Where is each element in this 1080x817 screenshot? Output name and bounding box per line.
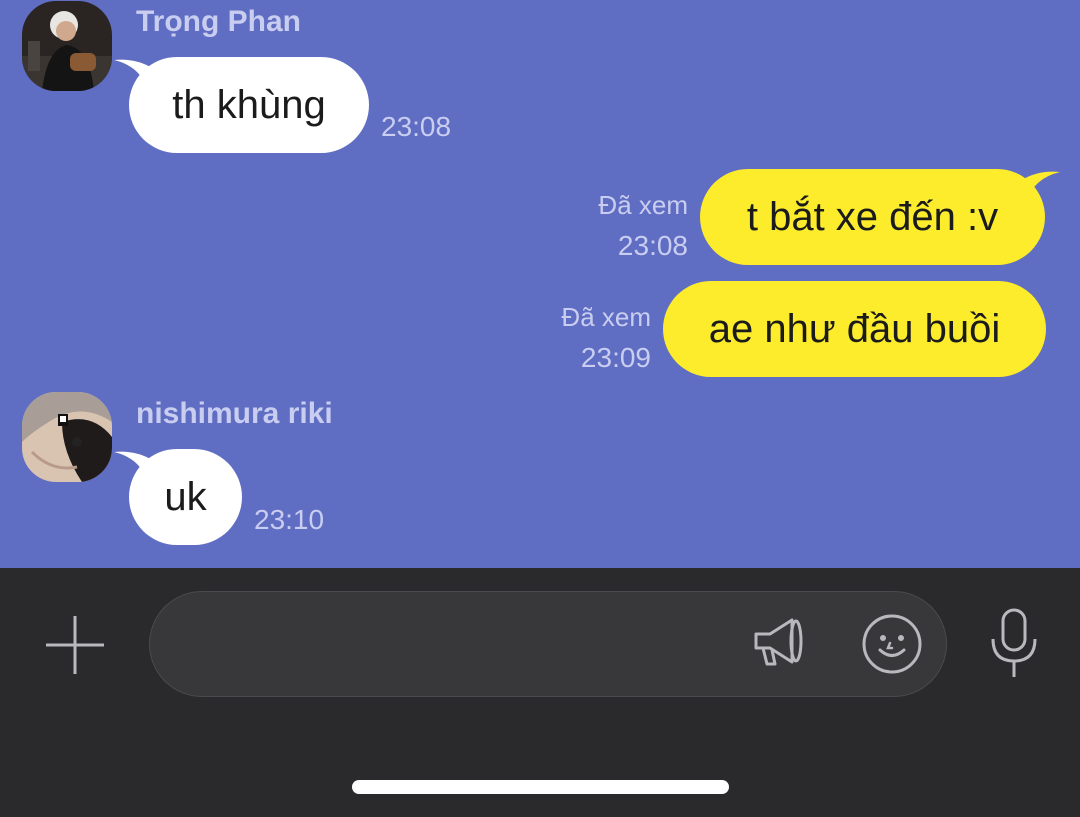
read-status: Đã xem — [598, 190, 688, 220]
avatar-photo — [22, 392, 112, 482]
megaphone-icon[interactable] — [748, 612, 808, 672]
plus-icon[interactable] — [44, 614, 106, 676]
avatar-photo — [22, 1, 112, 91]
message-bubble[interactable]: uk — [129, 449, 242, 545]
home-indicator[interactable] — [352, 780, 729, 794]
read-status: Đã xem — [561, 302, 651, 332]
message-bubble[interactable]: th khùng — [129, 57, 369, 153]
avatar[interactable] — [22, 1, 112, 91]
message-input[interactable] — [149, 591, 947, 697]
emoji-icon[interactable] — [861, 613, 923, 675]
chat-area[interactable]: Trọng Phan th khùng 23:08 Đã xem 23:08 t… — [0, 0, 1080, 568]
message-time: 23:08 — [381, 111, 452, 142]
message-bubble[interactable]: ae như đầu buồi — [663, 281, 1046, 377]
microphone-icon[interactable] — [988, 607, 1040, 679]
avatar[interactable] — [22, 392, 112, 482]
message-bubble[interactable]: t bắt xe đến :v — [700, 169, 1045, 265]
sender-name: nishimura riki — [136, 397, 333, 430]
message-time: 23:08 — [617, 230, 688, 261]
message-time: 23:10 — [254, 504, 325, 535]
message-time: 23:09 — [580, 342, 651, 373]
sender-name: Trọng Phan — [136, 5, 301, 38]
